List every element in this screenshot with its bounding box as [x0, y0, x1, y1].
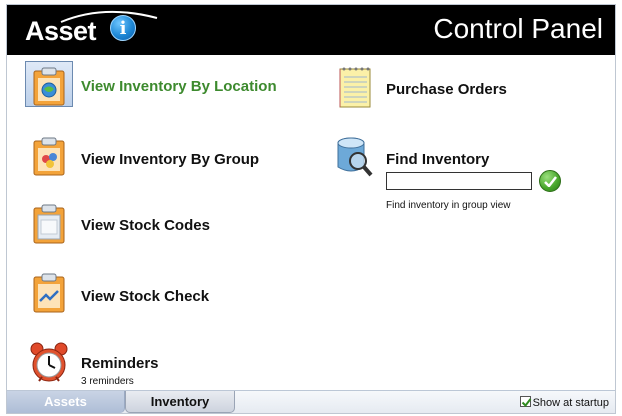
item-label: Purchase Orders — [386, 81, 507, 98]
find-hint-text: Find inventory in group view — [386, 200, 511, 211]
show-at-startup-checkbox[interactable] — [519, 396, 531, 408]
show-at-startup-label: Show at startup — [532, 397, 609, 409]
view-stock-codes-link[interactable]: View Stock Codes — [29, 202, 304, 248]
header-bar: Asset i Control Panel — [7, 5, 615, 55]
item-label: View Stock Check — [81, 288, 210, 305]
item-label: Reminders — [81, 355, 159, 372]
show-at-startup-option[interactable]: Show at startup — [519, 396, 609, 409]
purchase-orders-link[interactable]: Purchase Orders — [334, 65, 584, 111]
tab-assets[interactable]: Assets — [7, 391, 125, 413]
control-panel-window: Asset i Control Panel View Inventory By … — [6, 4, 616, 414]
stock-check-clipboard-icon — [33, 273, 65, 313]
item-label: View Inventory By Group — [81, 151, 260, 168]
tab-inventory[interactable]: Inventory — [125, 391, 235, 413]
info-badge-icon: i — [110, 15, 136, 41]
reminders-link[interactable]: Reminders 3 reminders — [29, 341, 304, 389]
reminders-count: 3 reminders — [81, 376, 134, 387]
alarm-clock-icon — [30, 342, 68, 382]
find-inventory-input[interactable] — [386, 172, 532, 190]
find-inventory-link[interactable]: Find Inventory — [334, 135, 584, 177]
find-go-button[interactable] — [539, 170, 561, 192]
bottom-tab-bar: Assets Inventory Show at startup — [7, 390, 615, 413]
checkbox-check-icon — [521, 398, 531, 408]
view-inventory-by-group-link[interactable]: View Inventory By Group — [29, 135, 304, 181]
database-search-icon — [337, 137, 373, 177]
item-label: View Stock Codes — [81, 217, 210, 234]
group-clipboard-icon — [33, 137, 65, 176]
item-label: View Inventory By Location — [81, 78, 277, 95]
clipboard-icon — [33, 204, 65, 244]
location-clipboard-icon — [33, 67, 65, 106]
page-title: Control Panel — [433, 13, 603, 44]
view-inventory-by-location-link[interactable]: View Inventory By Location — [25, 61, 304, 111]
logo-swoosh-icon — [60, 10, 158, 23]
item-label: Find Inventory — [386, 151, 490, 168]
notepad-icon — [339, 67, 371, 108]
view-stock-check-link[interactable]: View Stock Check — [29, 271, 304, 317]
checkmark-icon — [544, 176, 557, 187]
